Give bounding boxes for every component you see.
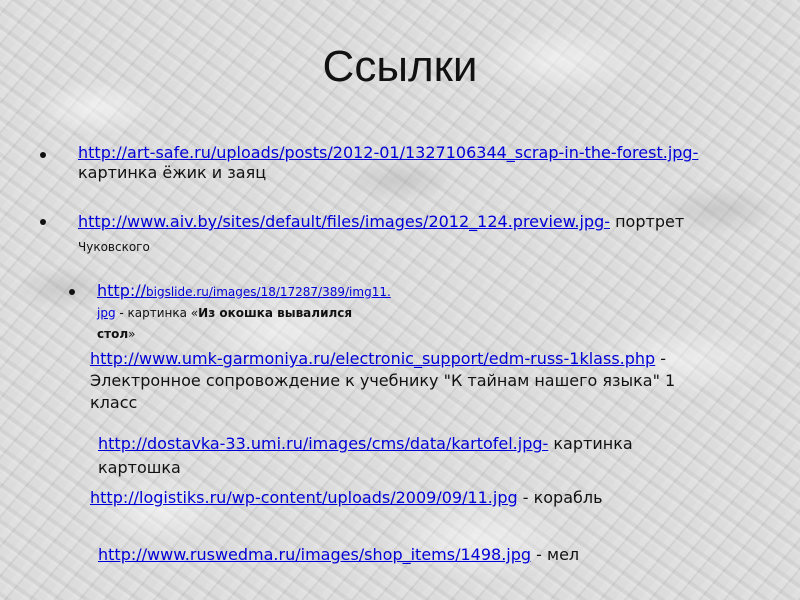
link-7[interactable]: http://www.ruswedma.ru/images/shop_items… xyxy=(98,545,531,564)
link-item-2: http://www.aiv.by/sites/default/files/im… xyxy=(78,210,768,259)
bullet-2 xyxy=(40,219,46,225)
link-2-desc: портрет xyxy=(610,212,685,231)
link-2[interactable]: http://www.aiv.by/sites/default/files/im… xyxy=(78,212,610,231)
link-3-desc-a: - картинка « xyxy=(115,306,199,320)
link-5[interactable]: http://dostavka-33.umi.ru/images/cms/dat… xyxy=(98,434,548,453)
link-3-ext: jpg xyxy=(97,306,116,320)
link-3-path: bigslide.ru/images/18/17287/389/img11. xyxy=(146,285,391,299)
link-1[interactable]: http://art-safe.ru/uploads/posts/2012-01… xyxy=(78,143,698,162)
link-2-desc-2: Чуковского xyxy=(78,240,150,254)
link-7-desc: - мел xyxy=(531,545,580,564)
bullet-1 xyxy=(40,152,46,158)
link-item-1: http://art-safe.ru/uploads/posts/2012-01… xyxy=(78,143,768,183)
link-3-desc-d: » xyxy=(128,327,136,341)
link-3-desc-c: стол xyxy=(97,327,129,341)
link-1-desc: картинка ёжик и заяц xyxy=(78,163,267,182)
link-item-4: http://www.umk-garmoniya.ru/electronic_s… xyxy=(90,348,715,414)
bullet-3 xyxy=(69,289,75,295)
link-item-3: http://bigslide.ru/images/18/17287/389/i… xyxy=(97,281,477,344)
link-3-desc-b: Из окошка вывалился xyxy=(198,306,353,320)
link-6[interactable]: http://logistiks.ru/wp-content/uploads/2… xyxy=(90,488,518,507)
link-item-6: http://logistiks.ru/wp-content/uploads/2… xyxy=(90,488,730,508)
link-item-5: http://dostavka-33.umi.ru/images/cms/dat… xyxy=(98,432,688,480)
link-6-desc: - корабль xyxy=(517,488,603,507)
link-item-7: http://www.ruswedma.ru/images/shop_items… xyxy=(98,545,738,565)
slide-title: Ссылки xyxy=(322,42,478,91)
link-3-proto: http:// xyxy=(97,281,147,300)
link-4[interactable]: http://www.umk-garmoniya.ru/electronic_s… xyxy=(90,349,655,368)
